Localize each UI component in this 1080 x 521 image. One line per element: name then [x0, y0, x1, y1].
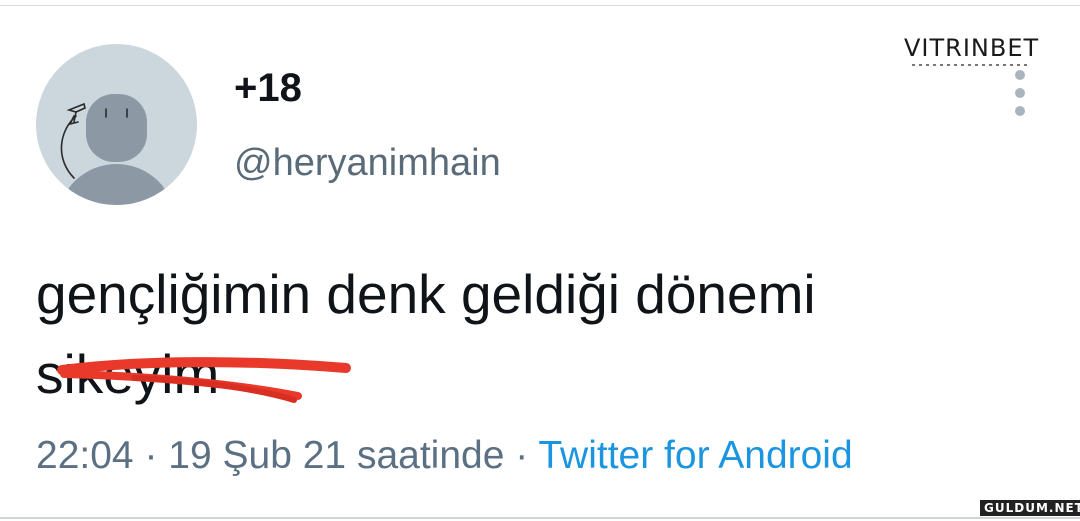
- tweet-source-link[interactable]: Twitter for Android: [538, 434, 852, 477]
- top-divider: [0, 5, 1080, 6]
- guldum-watermark: GULDUM.NET: [980, 500, 1080, 516]
- tweet-text-line-1: gençliğimin denk geldiği dönemi: [36, 263, 816, 325]
- dot: [1015, 70, 1025, 80]
- dot: [1015, 106, 1025, 116]
- tweet-time[interactable]: 22:04: [36, 434, 134, 477]
- default-avatar-icon: [36, 44, 197, 205]
- dot: [1015, 88, 1025, 98]
- tweet-text: gençliğimin denk geldiği dönemi sikeyim: [36, 254, 1036, 414]
- tweet-metadata: 22:04 · 19 Şub 21 saatinde · Twitter for…: [36, 432, 853, 480]
- meta-separator: ·: [504, 434, 539, 477]
- user-handle[interactable]: @heryanimhain: [234, 140, 501, 186]
- bottom-divider: [0, 517, 1080, 519]
- more-vertical-icon[interactable]: [1008, 70, 1032, 116]
- display-name[interactable]: +18: [234, 66, 302, 110]
- watermark-text: VITRINBET: [904, 34, 1040, 62]
- tweet-text-line-2: sikeyim: [36, 343, 220, 405]
- avatar[interactable]: [36, 44, 197, 205]
- meta-separator: ·: [133, 434, 169, 477]
- vitrinbet-watermark: VITRINBET: [904, 34, 1040, 70]
- watermark-underline: [912, 64, 1030, 66]
- tweet-date[interactable]: 19 Şub 21 saatinde: [168, 434, 504, 477]
